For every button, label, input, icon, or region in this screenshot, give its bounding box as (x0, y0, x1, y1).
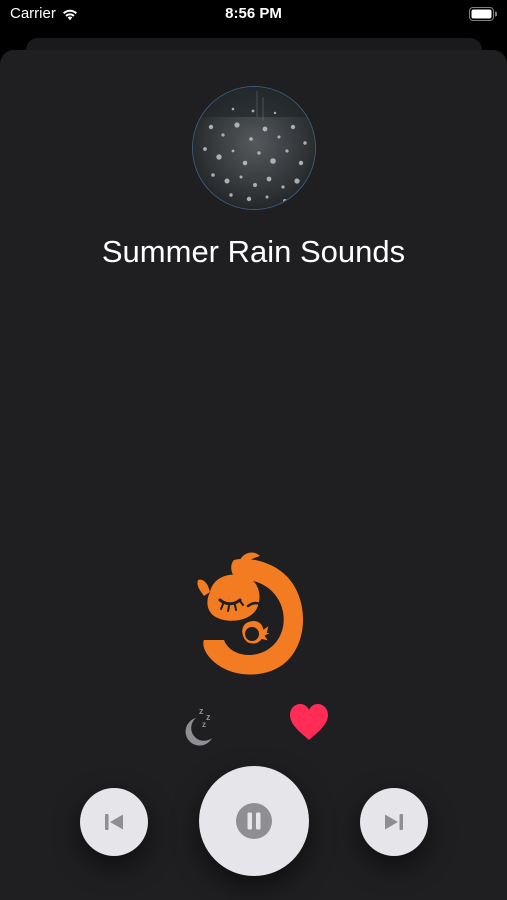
svg-text:z: z (206, 712, 211, 722)
pause-button[interactable] (199, 766, 309, 876)
sleep-timer-button[interactable]: z z z (178, 700, 220, 746)
moon-zzz-icon: z z z (185, 706, 212, 746)
status-bar: Carrier 8:56 PM (0, 0, 507, 30)
skip-previous-icon (105, 814, 123, 830)
pause-icon (236, 803, 272, 839)
favorite-button[interactable] (288, 702, 330, 744)
track-title: Summer Rain Sounds (101, 234, 406, 269)
next-track-button[interactable] (360, 788, 428, 856)
battery-icon (469, 7, 498, 25)
svg-text:z: z (199, 706, 204, 716)
heart-icon (290, 704, 328, 740)
svg-text:z: z (202, 720, 206, 729)
status-time: 8:56 PM (225, 5, 282, 22)
sleeping-chameleon-logo (190, 552, 315, 682)
previous-track-button[interactable] (80, 788, 148, 856)
skip-next-icon (385, 814, 403, 830)
rain-drops-artwork (192, 86, 316, 210)
